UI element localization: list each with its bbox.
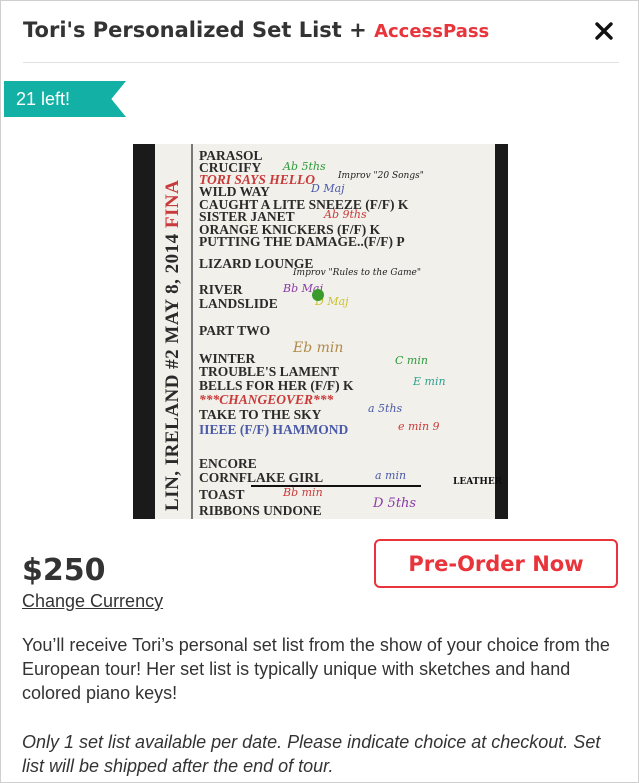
close-button[interactable] [589, 16, 619, 46]
handwritten-note: Improv "20 Songs" [338, 171, 424, 181]
close-icon [595, 22, 613, 40]
setlist-song: IIEEE (F/F) HAMMOND [199, 422, 349, 437]
handwritten-note: C min [395, 354, 428, 367]
change-currency-link[interactable]: Change Currency [22, 591, 163, 612]
setlist-song: RIVER [199, 282, 243, 297]
setlist-song: RIBBONS UNDONE [199, 503, 322, 518]
handwritten-note: D Maj [311, 182, 345, 195]
handwritten-note: LEATHER [453, 477, 503, 487]
pre-order-label: Pre-Order Now [408, 551, 584, 576]
handwritten-note: E min [413, 375, 446, 388]
handwritten-note: a 5ths [368, 402, 403, 415]
setlist-song: LANDSLIDE [199, 296, 278, 311]
availability-note: Only 1 set list available per date. Plea… [22, 732, 601, 776]
product-image: LIN, IRELAND #2 MAY 8, 2014 FINA PARASOL… [133, 144, 508, 519]
modal-header: Tori's Personalized Set List + AccessPas… [23, 1, 619, 63]
setlist-song: BELLS FOR HER (F/F) K [199, 378, 354, 393]
modal-title: Tori's Personalized Set List + AccessPas… [23, 18, 489, 42]
setlist-song: ENCORE [199, 456, 257, 471]
setlist-song: CORNFLAKE GIRL [199, 470, 324, 485]
setlist-song: PART TWO [199, 323, 271, 338]
handwritten-note: Ab 5ths [283, 160, 326, 173]
handwritten-note: D 5ths [373, 496, 417, 511]
setlist-song: TOAST [199, 487, 245, 502]
price: $250 [22, 553, 106, 588]
title-plus: + [349, 18, 367, 42]
stock-badge: 21 left! [4, 81, 126, 117]
setlist-song: TROUBLE'S LAMENT [199, 364, 339, 379]
side-header-text: LIN, IRELAND #2 MAY 8, 2014 [162, 233, 183, 511]
setlist-song: PUTTING THE DAMAGE..(F/F) P [199, 234, 405, 249]
handwritten-note: Eb min [293, 340, 344, 356]
side-header-final: FINA [162, 179, 183, 229]
setlist-song: ***CHANGEOVER*** [199, 392, 334, 407]
apple-sketch-icon [312, 289, 324, 301]
handwritten-note: Ab 9ths [324, 208, 367, 221]
product-description: You’ll receive Tori’s personal set list … [22, 635, 610, 703]
handwritten-note: Improv "Rules to the Game" [293, 268, 421, 278]
accesspass-label: AccessPass [374, 21, 490, 42]
setlist-song: TAKE TO THE SKY [199, 407, 322, 422]
side-header: LIN, IRELAND #2 MAY 8, 2014 FINA [162, 144, 184, 511]
stock-badge-text: 21 left! [16, 89, 71, 109]
paper-side-strip: LIN, IRELAND #2 MAY 8, 2014 FINA [155, 144, 193, 519]
handwritten-note: Bb min [283, 486, 323, 499]
title-text: Tori's Personalized Set List [23, 18, 342, 42]
pen-underline [251, 485, 421, 487]
pre-order-button[interactable]: Pre-Order Now [374, 539, 618, 588]
handwritten-note: a min [375, 469, 407, 482]
handwritten-note: e min 9 [398, 420, 440, 433]
